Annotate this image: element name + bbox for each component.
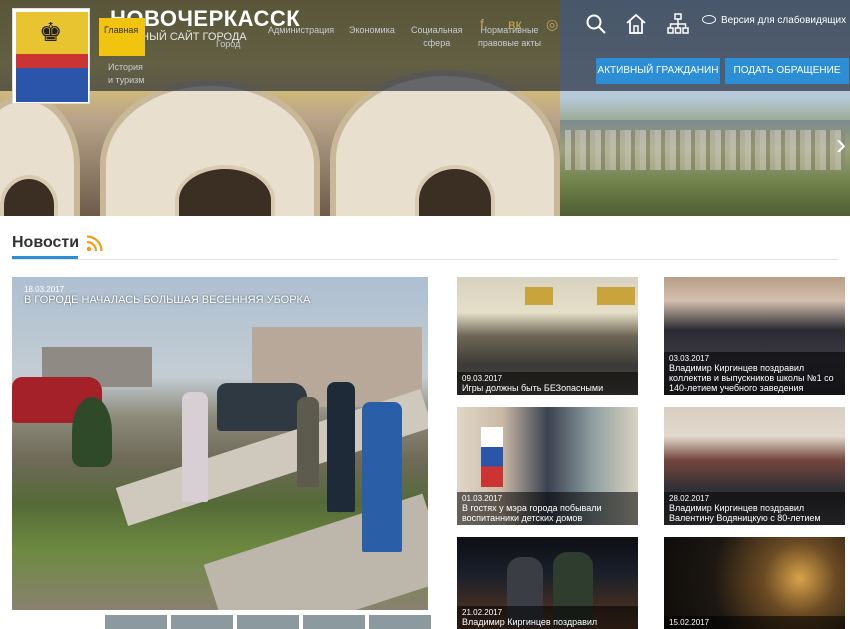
thumbnail[interactable] — [369, 615, 431, 629]
news-date: 03.03.2017 — [669, 354, 710, 363]
search-icon[interactable] — [584, 12, 608, 36]
person-photo — [362, 402, 402, 552]
home-icon[interactable] — [624, 12, 648, 36]
news-date: 09.03.2017 — [462, 374, 503, 383]
feature-thumbnails — [105, 615, 431, 629]
sitemap-icon[interactable] — [666, 12, 690, 36]
thumbnail[interactable] — [171, 615, 233, 629]
nav-item-economy[interactable]: Экономика — [349, 24, 395, 37]
news-card[interactable]: 28.02.2017 Владимир Киргинцев поздравил … — [664, 407, 845, 525]
thumbnail[interactable] — [303, 615, 365, 629]
nav-item-city[interactable]: Город — [216, 38, 240, 51]
person-photo — [182, 392, 208, 502]
news-card[interactable]: 03.03.2017 Владимир Киргинцев поздравил … — [664, 277, 845, 395]
news-title[interactable]: Владимир Киргинцев поздравил Валентину В… — [669, 503, 840, 523]
facebook-icon[interactable]: f — [480, 16, 484, 32]
featured-news[interactable]: 18.03.2017 В ГОРОДЕ НАЧАЛАСЬ БОЛЬШАЯ ВЕС… — [12, 277, 428, 610]
news-date: 18.03.2017 — [24, 285, 65, 294]
nav-item-administration[interactable]: Администрация — [268, 24, 334, 37]
accessible-version-link[interactable]: Версия для слабовидящих — [702, 15, 846, 26]
news-divider — [12, 259, 838, 260]
news-title[interactable]: В гостях у мэра города побывали воспитан… — [462, 503, 633, 523]
news-card[interactable]: 15.02.2017 — [664, 537, 845, 629]
city-logo[interactable]: ♚ — [12, 8, 90, 104]
news-title[interactable]: В ГОРОДЕ НАЧАЛАСЬ БОЛЬШАЯ ВЕСЕННЯЯ УБОРК… — [24, 294, 310, 306]
coat-of-arms-icon: ♚ — [39, 17, 63, 47]
news-date: 15.02.2017 — [669, 618, 710, 627]
news-date: 21.02.2017 — [462, 608, 503, 617]
instagram-icon[interactable]: ◎ — [546, 16, 558, 33]
person-photo — [327, 382, 355, 512]
thumbnail[interactable] — [237, 615, 299, 629]
news-card[interactable]: 21.02.2017 Владимир Киргинцев поздравил — [457, 537, 638, 629]
nav-item-home[interactable]: Главная — [99, 18, 145, 56]
vk-icon[interactable]: вк — [508, 16, 522, 32]
person-photo — [297, 397, 319, 487]
nav-item-history[interactable]: История и туризм — [108, 61, 145, 87]
news-card[interactable]: 09.03.2017 Игры должны быть БЕЗопасными — [457, 277, 638, 395]
news-title[interactable]: Владимир Киргинцев поздравил — [462, 617, 633, 627]
tree-photo — [72, 397, 112, 467]
car-photo — [217, 383, 307, 431]
eye-icon — [702, 15, 716, 24]
town-buildings — [565, 130, 845, 170]
rss-icon[interactable] — [86, 235, 103, 252]
news-title[interactable]: Игры должны быть БЕЗопасными — [462, 383, 633, 393]
news-date: 01.03.2017 — [462, 494, 503, 503]
thumbnail[interactable] — [105, 615, 167, 629]
active-citizen-button[interactable]: АКТИВНЫЙ ГРАЖДАНИН — [596, 58, 720, 84]
news-card[interactable]: 01.03.2017 В гостях у мэра города побыва… — [457, 407, 638, 525]
submit-appeal-button[interactable]: ПОДАТЬ ОБРАЩЕНИЕ — [725, 58, 849, 84]
news-title[interactable]: Владимир Киргинцев поздравил коллектив и… — [669, 363, 840, 393]
nav-item-social[interactable]: Социальная сфера — [411, 24, 462, 50]
hero-next-arrow[interactable]: › — [836, 128, 846, 162]
news-date: 28.02.2017 — [669, 494, 710, 503]
news-heading[interactable]: Новости — [12, 234, 79, 252]
